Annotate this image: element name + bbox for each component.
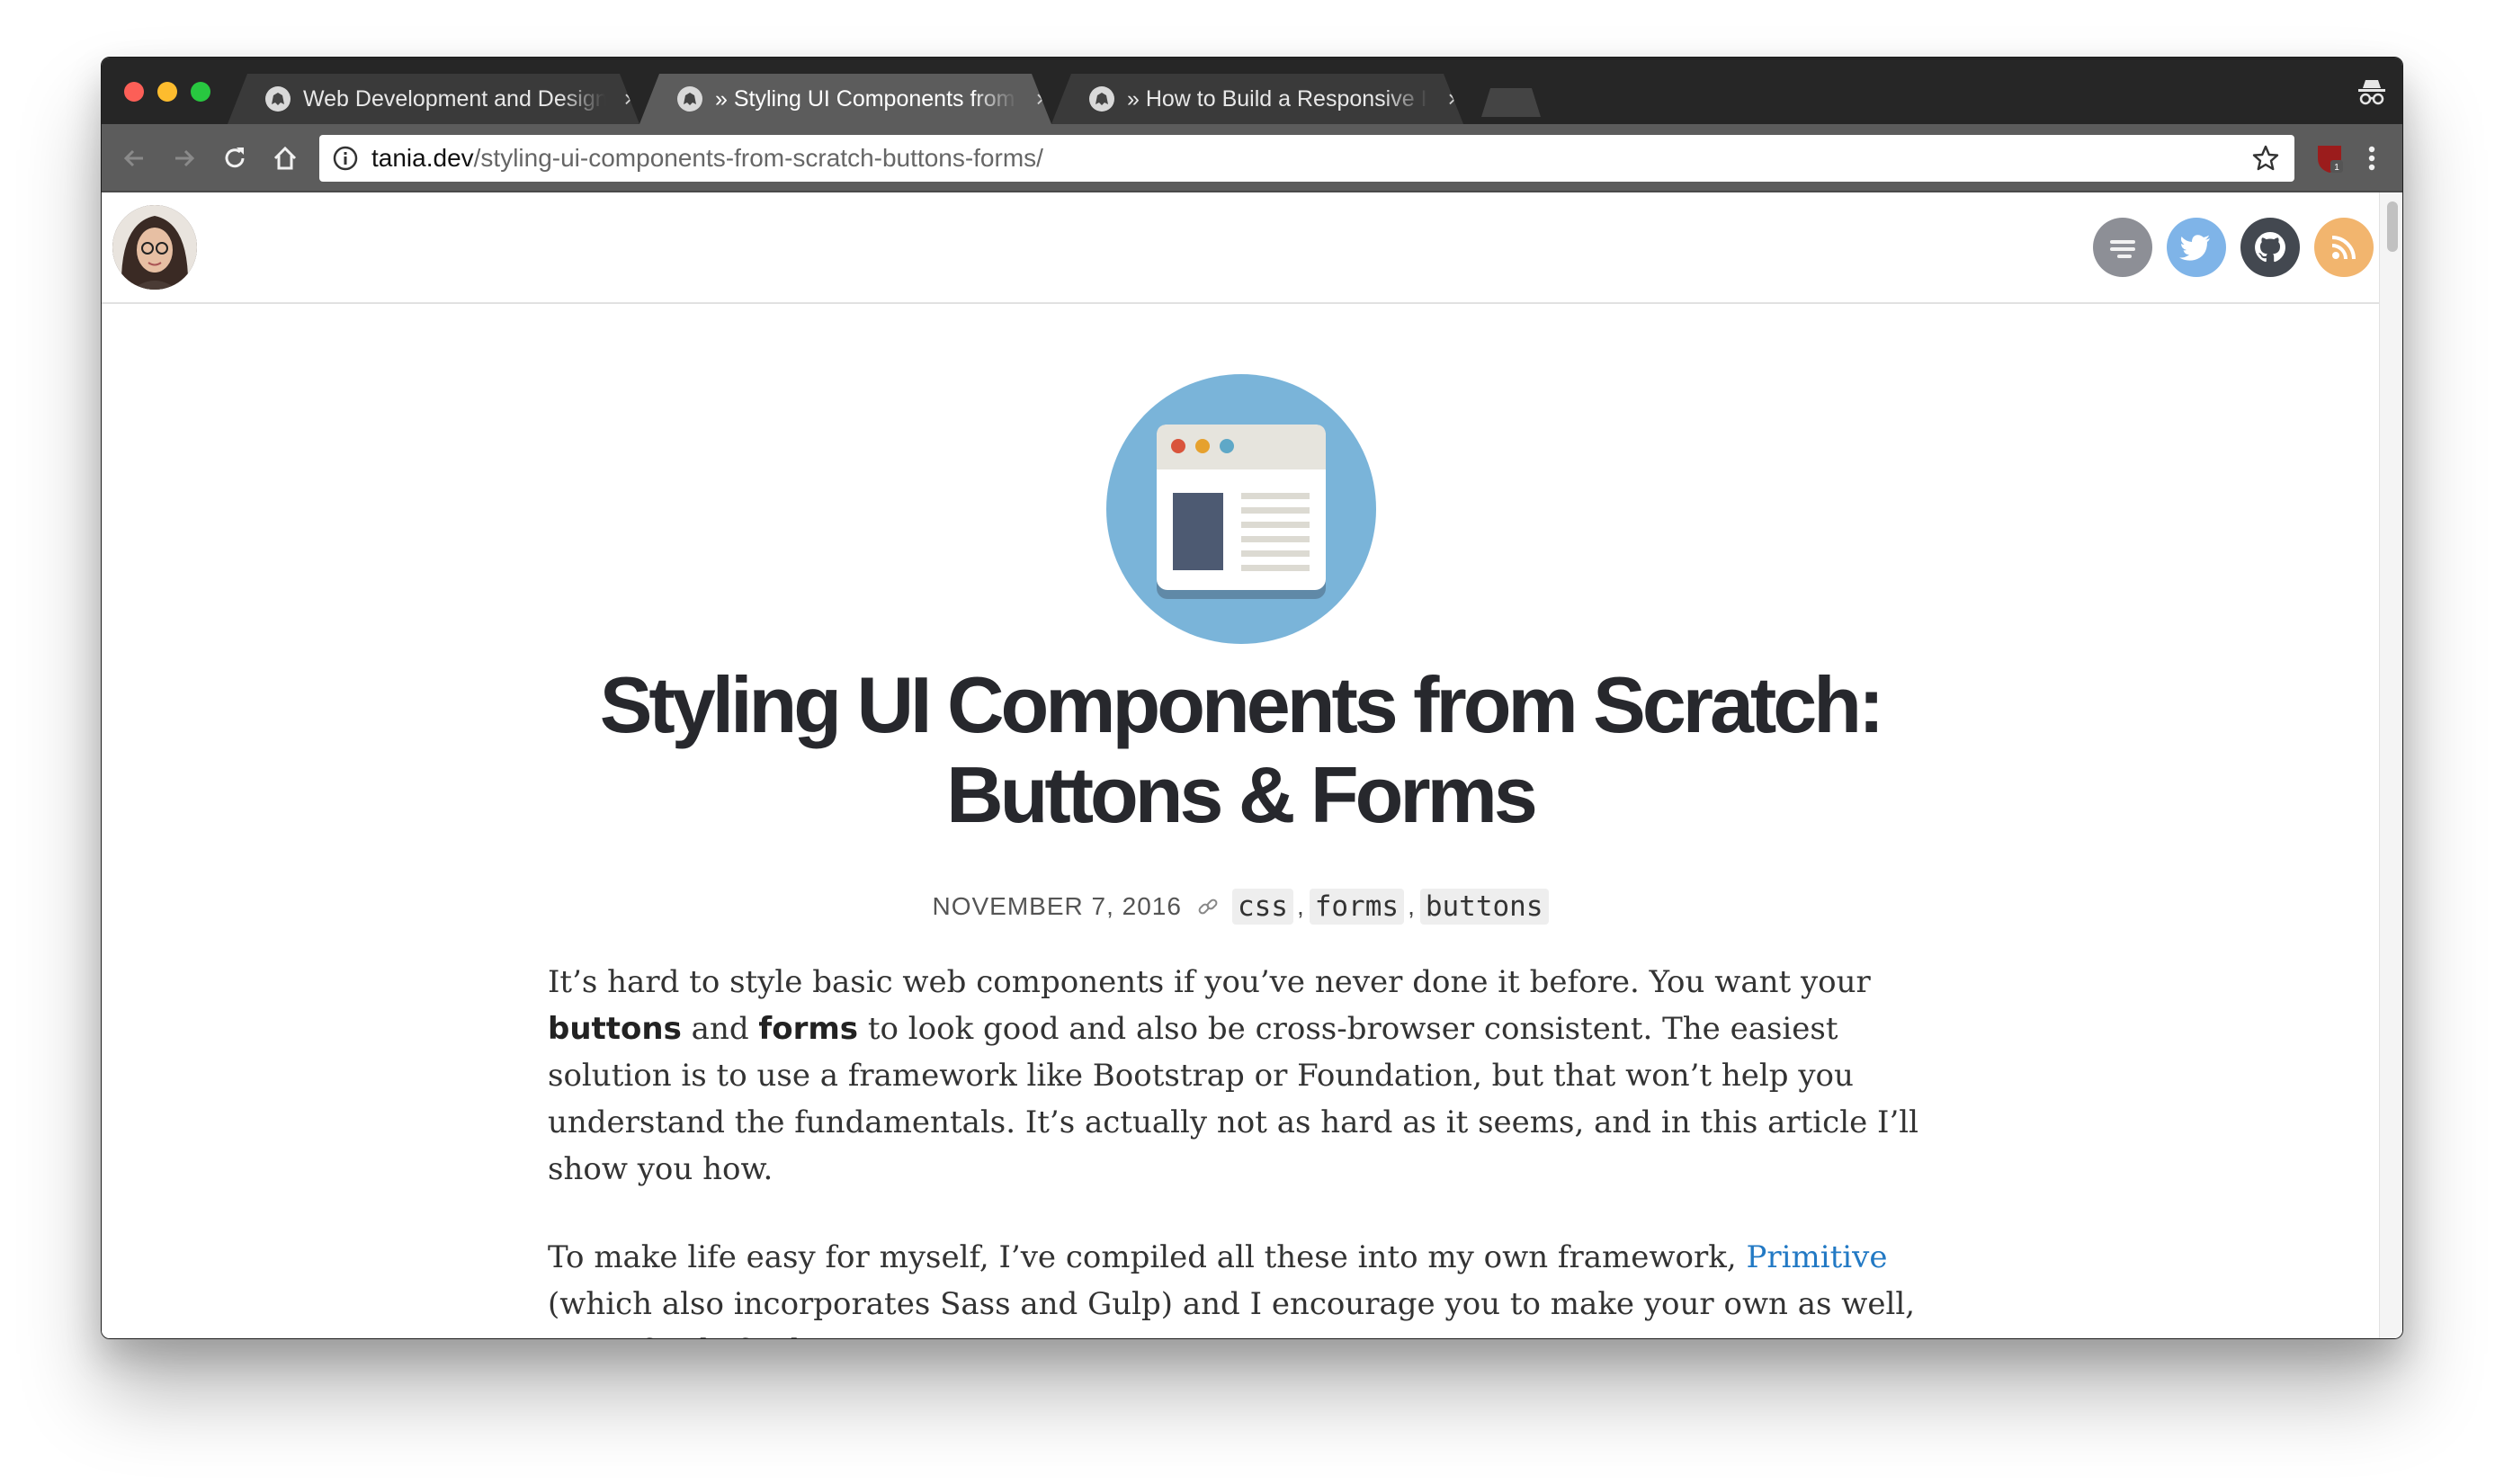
page-scrollbar[interactable] bbox=[2379, 192, 2402, 1338]
paragraph: To make life easy for myself, I’ve compi… bbox=[548, 1239, 1916, 1338]
github-icon bbox=[2255, 232, 2285, 263]
browser-window-illustration bbox=[1106, 374, 1376, 644]
forward-icon bbox=[175, 149, 195, 167]
post-title-line-2: Buttons & Forms bbox=[946, 750, 1538, 839]
reload-button[interactable] bbox=[219, 142, 251, 174]
tag-css[interactable]: css bbox=[1231, 889, 1293, 925]
address-bar[interactable]: tania.dev/styling-ui-components-from-scr… bbox=[319, 135, 2294, 182]
forward-button[interactable] bbox=[168, 142, 201, 174]
reload-icon bbox=[225, 148, 245, 168]
tab-title: » How to Build a Responsive Image Galler… bbox=[1127, 85, 1427, 112]
back-icon bbox=[123, 149, 143, 167]
browser-window: Web Development and Design × » Styling U… bbox=[101, 57, 2403, 1339]
info-icon[interactable] bbox=[332, 145, 359, 172]
article-body: It’s hard to style basic web components … bbox=[548, 959, 1951, 1338]
tag-separator: , bbox=[1296, 892, 1304, 920]
post-title-line-1: Styling UI Components from Scratch: bbox=[599, 660, 1885, 749]
browser-toolbar: tania.dev/styling-ui-components-from-scr… bbox=[102, 124, 2402, 192]
tab-title: » Styling UI Components from Scratch: Bu… bbox=[715, 85, 1015, 112]
github-link[interactable] bbox=[2240, 218, 2300, 277]
home-button[interactable] bbox=[269, 142, 301, 174]
rss-icon bbox=[2331, 236, 2356, 260]
tab-favicon-icon bbox=[1089, 86, 1114, 112]
paragraph: It’s hard to style basic web components … bbox=[548, 964, 1919, 1187]
window-maximize-button[interactable] bbox=[191, 82, 210, 102]
twitter-link[interactable] bbox=[2167, 218, 2226, 277]
link-icon bbox=[1198, 898, 1218, 915]
menu-icon[interactable] bbox=[2361, 142, 2383, 174]
url-host: tania.dev bbox=[371, 144, 474, 172]
bold-buttons: buttons bbox=[548, 1011, 682, 1047]
twitter-icon bbox=[2179, 235, 2210, 261]
home-icon bbox=[273, 146, 297, 170]
star-icon[interactable] bbox=[2251, 144, 2280, 173]
tag-separator: , bbox=[1408, 892, 1415, 920]
rss-link[interactable] bbox=[2314, 218, 2374, 277]
post-title: Styling UI Components from Scratch: Butt… bbox=[521, 660, 1960, 840]
avatar[interactable] bbox=[112, 205, 197, 290]
primitive-link[interactable]: Primitive bbox=[1746, 1239, 1887, 1275]
back-button[interactable] bbox=[118, 142, 150, 174]
page-viewport: Styling UI Components from Scratch: Butt… bbox=[102, 192, 2379, 1338]
window-minimize-button[interactable] bbox=[157, 82, 177, 102]
bold-forms: forms bbox=[758, 1011, 859, 1047]
site-header bbox=[102, 192, 2379, 304]
tab-favicon-icon bbox=[265, 86, 291, 112]
tab-styling-ui-components[interactable]: » Styling UI Components from Scratch: Bu… bbox=[639, 74, 1051, 124]
tab-title: Web Development and Design bbox=[303, 85, 606, 112]
tab-favicon-icon bbox=[677, 86, 702, 112]
svg-text:1: 1 bbox=[2334, 163, 2339, 173]
tab-strip: Web Development and Design × » Styling U… bbox=[102, 58, 2402, 124]
menu-icon bbox=[2110, 240, 2135, 258]
scrollbar-thumb[interactable] bbox=[2387, 201, 2398, 252]
tab-close-icon[interactable]: × bbox=[622, 85, 639, 113]
tab-responsive-gallery[interactable]: » How to Build a Responsive Image Galler… bbox=[1051, 74, 1463, 124]
menu-link[interactable] bbox=[2093, 218, 2152, 277]
tag-buttons[interactable]: buttons bbox=[1419, 889, 1549, 925]
window-close-button[interactable] bbox=[124, 82, 144, 102]
url-path: /styling-ui-components-from-scratch-butt… bbox=[473, 144, 1043, 172]
incognito-icon bbox=[2358, 80, 2385, 105]
post-meta: NOVEMBER 7, 2016 css , forms , buttons bbox=[102, 889, 2379, 925]
new-tab-button[interactable] bbox=[1481, 88, 1541, 117]
extension-icon[interactable]: 1 bbox=[2314, 142, 2345, 174]
tag-forms[interactable]: forms bbox=[1309, 889, 1405, 925]
tab-close-icon[interactable]: × bbox=[1445, 85, 1463, 113]
tab-web-development[interactable]: Web Development and Design × bbox=[228, 74, 639, 124]
tab-close-icon[interactable]: × bbox=[1033, 85, 1051, 113]
post-date: NOVEMBER 7, 2016 bbox=[932, 892, 1182, 920]
url-text[interactable]: tania.dev/styling-ui-components-from-scr… bbox=[371, 144, 1043, 173]
